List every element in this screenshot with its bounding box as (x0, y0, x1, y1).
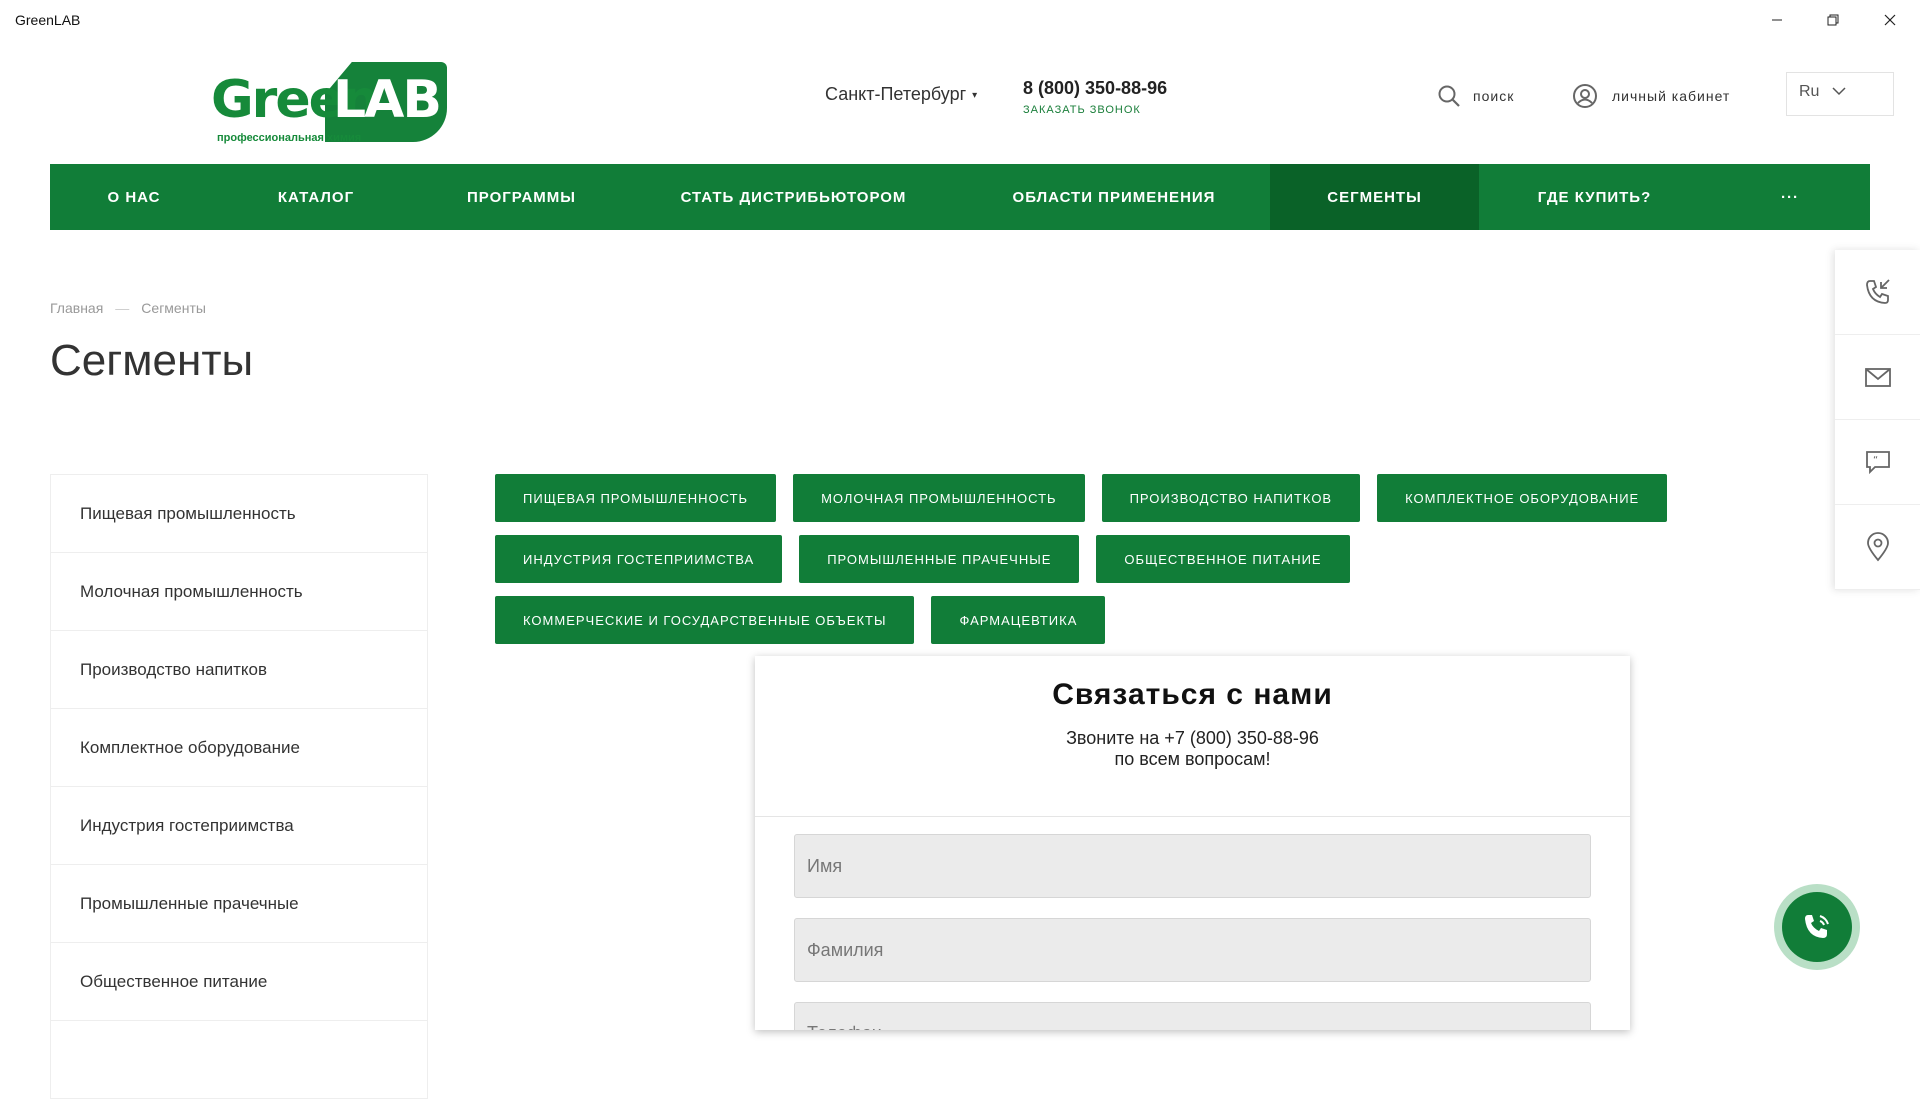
surname-field[interactable]: Фамилия (794, 918, 1591, 982)
chevron-down-icon (1832, 87, 1846, 96)
phone-field[interactable]: Телефон (794, 1002, 1591, 1030)
contact-form-title: Связаться с нами (1052, 678, 1333, 711)
phone-icon (1805, 915, 1829, 938)
sidebar-item[interactable]: Пищевая промышленность (51, 475, 427, 553)
breadcrumb: Главная — Сегменты (50, 300, 206, 316)
sidebar-item[interactable]: Производство напитков (51, 631, 427, 709)
floating-contact-panel: “ (1835, 250, 1920, 590)
account-label: личный кабинет (1612, 88, 1731, 104)
incoming-call-icon (1865, 279, 1890, 304)
main-nav: О нас Каталог Программы Стать дистрибьют… (50, 164, 1870, 230)
contact-form-subtitle: Звоните на +7 (800) 350-88-96 по всем во… (755, 728, 1630, 770)
segment-tag-button[interactable]: Комплектное оборудование (1377, 474, 1668, 522)
account-button[interactable]: личный кабинет (1572, 82, 1730, 110)
city-name: Санкт-Петербург (825, 84, 967, 104)
nav-item-applications[interactable]: Области применения (958, 164, 1270, 230)
caret-down-icon: ▾ (972, 89, 978, 101)
segment-tag-button[interactable]: Промышленные прачечные (799, 535, 1080, 583)
nav-item-catalog[interactable]: Каталог (218, 164, 414, 230)
callback-panel-button[interactable] (1835, 250, 1920, 335)
sidebar-item[interactable]: Комплектное оборудование (51, 709, 427, 787)
close-icon (1884, 14, 1896, 26)
order-callback-link[interactable]: заказать звонок (1023, 104, 1141, 116)
sidebar-item[interactable]: Общественное питание (51, 943, 427, 1021)
nav-item-where-to-buy[interactable]: Где купить? (1479, 164, 1710, 230)
segment-tags: Пищевая промышленность Молочная промышле… (495, 474, 1785, 644)
contact-form: Связаться с нами Звоните на +7 (800) 350… (755, 656, 1630, 1030)
breadcrumb-separator: — (115, 300, 130, 316)
nav-item-programs[interactable]: Программы (414, 164, 629, 230)
nav-more-button[interactable]: ··· (1710, 164, 1870, 230)
call-fab-button[interactable] (1782, 892, 1852, 962)
greenlab-logo[interactable]: Green LAB профессиональная химия (211, 52, 447, 152)
language-select[interactable]: Ru (1786, 72, 1894, 116)
nav-item-about[interactable]: О нас (50, 164, 218, 230)
contact-subtitle-line1: Звоните на +7 (800) 350-88-96 (1066, 728, 1319, 748)
map-pin-icon (1866, 532, 1889, 562)
language-value: Ru (1799, 83, 1820, 100)
segment-tag-button[interactable]: Производство напитков (1101, 474, 1361, 522)
logo-word-lab: LAB (333, 70, 442, 130)
restore-button[interactable] (1821, 8, 1845, 32)
mail-icon (1864, 368, 1891, 387)
contact-form-divider (755, 816, 1630, 817)
sidebar-item-partial[interactable] (51, 1021, 427, 1099)
segment-tag-button[interactable]: Фармацевтика (931, 596, 1106, 644)
segment-tag-button[interactable]: Общественное питание (1096, 535, 1350, 583)
user-icon (1573, 84, 1597, 108)
nav-item-segments[interactable]: Сегменты (1270, 164, 1479, 230)
header-phone[interactable]: 8 (800) 350-88-96 (1023, 78, 1167, 99)
minimize-icon (1772, 19, 1782, 21)
breadcrumb-current: Сегменты (141, 300, 206, 316)
segment-tag-button[interactable]: Пищевая промышленность (495, 474, 777, 522)
email-panel-button[interactable] (1835, 335, 1920, 420)
segment-tag-button[interactable]: Индустрия гостеприимства (495, 535, 783, 583)
breadcrumb-home[interactable]: Главная (50, 300, 103, 316)
search-label: поиск (1473, 88, 1515, 104)
city-selector[interactable]: Санкт-Петербург ▾ (825, 84, 977, 105)
window-titlebar: GreenLAB (0, 0, 1920, 40)
nav-item-distributor[interactable]: Стать дистрибьютором (629, 164, 958, 230)
location-panel-button[interactable] (1835, 505, 1920, 590)
svg-text:“: “ (1873, 455, 1878, 466)
segments-sidebar: Пищевая промышленность Молочная промышле… (50, 474, 428, 1099)
window-title: GreenLAB (15, 12, 81, 28)
sidebar-item[interactable]: Индустрия гостеприимства (51, 787, 427, 865)
segment-tag-button[interactable]: Коммерческие и государственные объекты (495, 596, 915, 644)
search-icon (1438, 85, 1460, 107)
logo-tagline: профессиональная химия (217, 132, 362, 144)
segment-tag-button[interactable]: Молочная промышленность (793, 474, 1085, 522)
page-title: Сегменты (50, 336, 254, 385)
close-button[interactable] (1878, 8, 1902, 32)
name-field[interactable]: Имя (794, 834, 1591, 898)
site-header: Green LAB профессиональная химия Санкт-П… (0, 40, 1920, 164)
sidebar-item[interactable]: Молочная промышленность (51, 553, 427, 631)
contact-subtitle-line2: по всем вопросам! (1114, 749, 1271, 769)
chat-icon: “ (1865, 451, 1890, 475)
chat-panel-button[interactable]: “ (1835, 420, 1920, 505)
sidebar-item[interactable]: Промышленные прачечные (51, 865, 427, 943)
minimize-button[interactable] (1765, 8, 1789, 32)
search-button[interactable]: поиск (1437, 82, 1514, 110)
restore-icon (1827, 14, 1839, 26)
